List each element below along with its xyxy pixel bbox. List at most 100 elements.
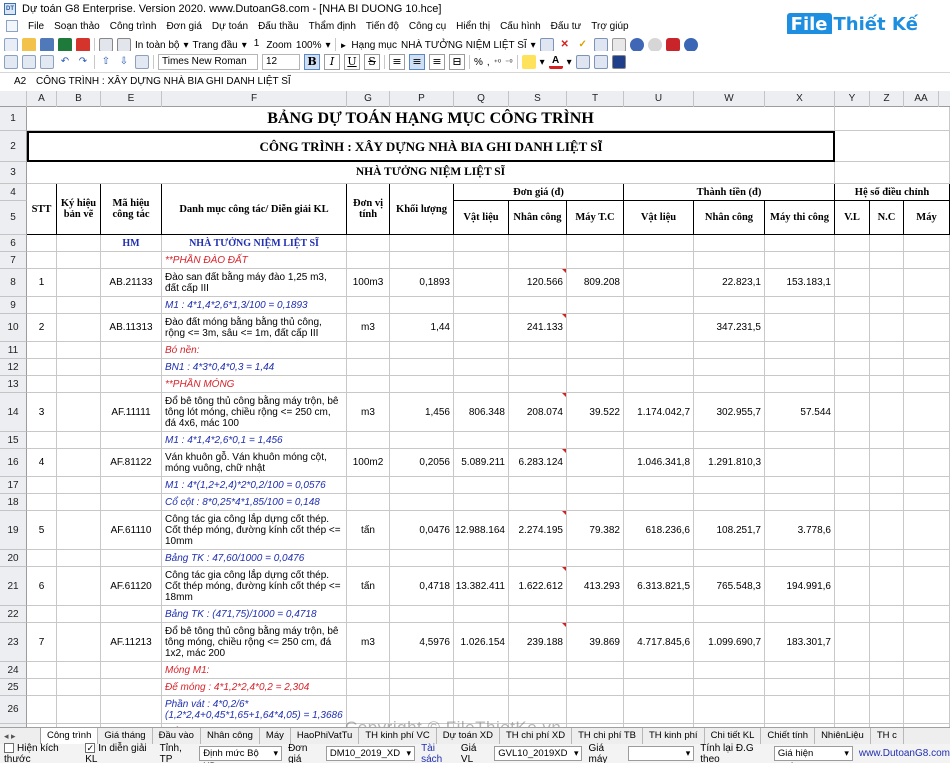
material-total-cell[interactable] bbox=[624, 696, 694, 724]
row-header[interactable]: 8 bbox=[0, 269, 27, 297]
empty-cell[interactable] bbox=[904, 662, 950, 679]
col-header[interactable]: X bbox=[765, 91, 835, 107]
task-code-cell[interactable]: AB.21133 bbox=[101, 269, 162, 297]
strikethrough-button[interactable]: S bbox=[364, 54, 380, 70]
province-select[interactable]: Định mức Bộ XD bbox=[199, 746, 283, 772]
material-price-cell[interactable] bbox=[454, 550, 509, 567]
machine-total-cell[interactable] bbox=[765, 342, 835, 359]
empty-cell[interactable] bbox=[870, 359, 904, 376]
quantity-cell[interactable]: 1,44 bbox=[390, 314, 454, 342]
empty-cell[interactable] bbox=[904, 342, 950, 359]
delete-icon[interactable]: ✕ bbox=[558, 38, 572, 52]
formula-content[interactable]: CÔNG TRÌNH : XÂY DỰNG NHÀ BIA GHI DANH L… bbox=[30, 76, 291, 87]
machine-price-cell[interactable] bbox=[567, 252, 624, 269]
empty-cell[interactable] bbox=[870, 393, 904, 432]
unit-cell[interactable]: 100m3 bbox=[347, 269, 390, 297]
material-total-cell[interactable] bbox=[624, 477, 694, 494]
labor-price-cell[interactable] bbox=[509, 679, 567, 696]
material-price-cell[interactable] bbox=[454, 297, 509, 314]
empty-cell[interactable] bbox=[57, 252, 101, 269]
empty-cell[interactable] bbox=[870, 376, 904, 393]
category-select[interactable]: NHÀ TƯỞNG NIỆM LIỆT SĨ bbox=[401, 40, 527, 51]
row-header[interactable]: 23 bbox=[0, 623, 27, 662]
machine-price-cell[interactable]: 39.522 bbox=[567, 393, 624, 432]
chevron-down-icon[interactable]: ▾ bbox=[325, 40, 330, 51]
empty-cell[interactable] bbox=[904, 477, 950, 494]
material-price-cell[interactable] bbox=[454, 252, 509, 269]
empty-cell[interactable] bbox=[57, 477, 101, 494]
quantity-cell[interactable]: 4,5976 bbox=[390, 623, 454, 662]
empty-cell[interactable] bbox=[835, 550, 870, 567]
empty-cell[interactable] bbox=[835, 297, 870, 314]
select-all-corner[interactable] bbox=[0, 91, 27, 107]
row-header[interactable]: 9 bbox=[0, 297, 27, 314]
col-header[interactable]: W bbox=[694, 91, 765, 107]
unit-cell[interactable] bbox=[347, 679, 390, 696]
labor-total-cell[interactable] bbox=[694, 297, 765, 314]
unit-cell[interactable] bbox=[347, 477, 390, 494]
quantity-cell[interactable] bbox=[390, 342, 454, 359]
stt-cell[interactable] bbox=[27, 359, 57, 376]
labor-price-cell[interactable] bbox=[509, 297, 567, 314]
col-header[interactable]: Q bbox=[454, 91, 509, 107]
row-header[interactable]: 25 bbox=[0, 679, 27, 696]
labor-price-cell[interactable] bbox=[509, 432, 567, 449]
empty-cell[interactable] bbox=[835, 162, 950, 184]
empty-cell[interactable] bbox=[835, 131, 950, 162]
description-cell[interactable]: Ván khuôn gỗ. Ván khuôn móng cột, móng v… bbox=[162, 449, 347, 477]
description-cell[interactable]: Đổ bê tông thủ công bằng máy trộn, bê tô… bbox=[162, 623, 347, 662]
save-icon[interactable] bbox=[40, 38, 54, 52]
paste-icon[interactable] bbox=[22, 55, 36, 69]
empty-cell[interactable] bbox=[835, 567, 870, 606]
chevron-down-icon[interactable]: ▾ bbox=[540, 57, 545, 68]
unit-cell[interactable]: 100m2 bbox=[347, 449, 390, 477]
machine-total-cell[interactable]: 183.301,7 bbox=[765, 623, 835, 662]
empty-cell[interactable] bbox=[835, 662, 870, 679]
material-price-cell[interactable] bbox=[454, 314, 509, 342]
material-price-cell[interactable] bbox=[454, 342, 509, 359]
align-left-icon[interactable]: ≡ bbox=[389, 54, 405, 70]
stt-cell[interactable]: 2 bbox=[27, 314, 57, 342]
material-price-cell[interactable] bbox=[454, 376, 509, 393]
material-price-cell[interactable] bbox=[454, 662, 509, 679]
labor-total-cell[interactable]: 1.099.690,7 bbox=[694, 623, 765, 662]
stt-cell[interactable] bbox=[27, 679, 57, 696]
quantity-cell[interactable] bbox=[390, 432, 454, 449]
labor-total-cell[interactable]: 765.548,3 bbox=[694, 567, 765, 606]
hm-name[interactable]: NHÀ TƯỞNG NIỆM LIỆT SĨ bbox=[162, 235, 347, 252]
labor-price-cell[interactable] bbox=[509, 494, 567, 511]
empty-cell[interactable] bbox=[835, 623, 870, 662]
description-cell[interactable]: Bó nền: bbox=[162, 342, 347, 359]
material-total-cell[interactable] bbox=[624, 432, 694, 449]
machine-total-cell[interactable] bbox=[765, 662, 835, 679]
machine-price-cell[interactable]: 79.382 bbox=[567, 511, 624, 550]
empty-cell[interactable] bbox=[57, 432, 101, 449]
merge-cells-icon[interactable]: ⊟ bbox=[449, 54, 465, 70]
col-header[interactable]: Y bbox=[835, 91, 870, 107]
excel-icon[interactable] bbox=[58, 38, 72, 52]
unit-cell[interactable] bbox=[347, 376, 390, 393]
menu-don-gia[interactable]: Đơn giá bbox=[166, 21, 201, 32]
empty-cell[interactable] bbox=[57, 376, 101, 393]
tab-th-c[interactable]: TH c bbox=[871, 728, 904, 744]
arrow-up-icon[interactable]: ⇧ bbox=[99, 55, 113, 69]
italic-button[interactable]: I bbox=[324, 54, 340, 70]
material-price-cell[interactable] bbox=[454, 359, 509, 376]
row-header[interactable]: 15 bbox=[0, 432, 27, 449]
underline-button[interactable]: U bbox=[344, 54, 360, 70]
empty-cell[interactable] bbox=[390, 235, 454, 252]
empty-cell[interactable] bbox=[57, 550, 101, 567]
labor-total-cell[interactable] bbox=[694, 550, 765, 567]
zoom-select[interactable]: 100% bbox=[296, 40, 322, 51]
machine-price-cell[interactable] bbox=[567, 477, 624, 494]
empty-cell[interactable] bbox=[347, 235, 390, 252]
unit-cell[interactable] bbox=[347, 662, 390, 679]
tab-nhien-lieu[interactable]: NhiênLiệu bbox=[815, 728, 871, 744]
tab-nav-arrows-icon[interactable]: ◂ ▸ bbox=[4, 731, 16, 742]
empty-cell[interactable] bbox=[57, 314, 101, 342]
description-cell[interactable]: Bảng TK : (471,75)/1000 = 0,4718 bbox=[162, 606, 347, 623]
machine-total-cell[interactable] bbox=[765, 297, 835, 314]
empty-cell[interactable] bbox=[870, 269, 904, 297]
labor-price-cell[interactable] bbox=[509, 359, 567, 376]
machine-price-cell[interactable] bbox=[567, 494, 624, 511]
